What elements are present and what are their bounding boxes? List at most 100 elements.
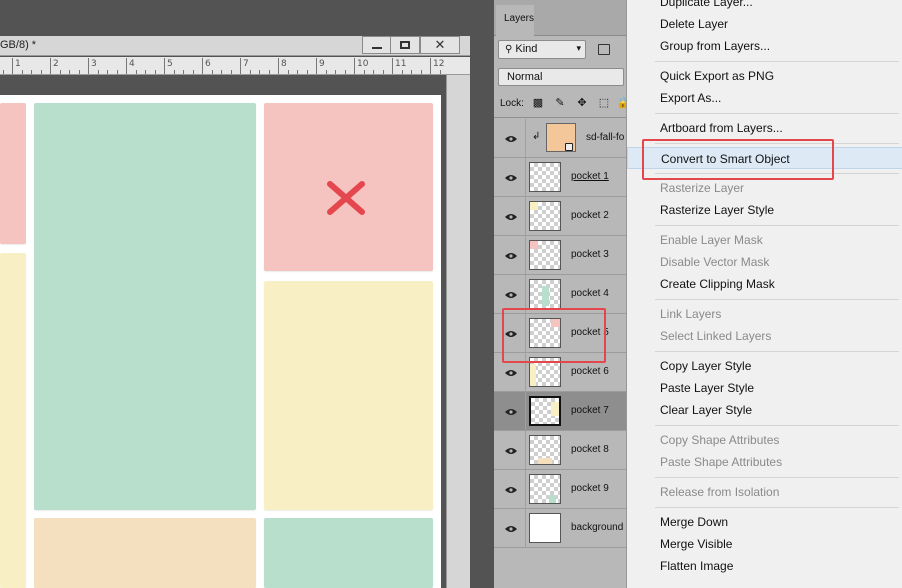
menu-item-artboard-from-layers[interactable]: Artboard from Layers... bbox=[627, 117, 902, 139]
lock-position-icon[interactable]: ✥ bbox=[576, 97, 588, 109]
visibility-divider bbox=[525, 509, 526, 547]
pocket-mint-large bbox=[34, 103, 256, 510]
horizontal-ruler[interactable]: 1 2 3 4 5 6 7 8 9 10 11 12 bbox=[0, 57, 470, 75]
menu-item-quick-export-as-png[interactable]: Quick Export as PNG bbox=[627, 65, 902, 87]
eye-icon[interactable] bbox=[505, 407, 517, 415]
highlight-pocket-5 bbox=[502, 308, 606, 363]
maximize-button[interactable] bbox=[390, 36, 420, 54]
layer-row[interactable]: pocket 2 bbox=[494, 197, 626, 236]
panel-tabbar: Layers bbox=[494, 0, 626, 36]
ruler-tick bbox=[164, 58, 165, 74]
eye-icon[interactable] bbox=[505, 173, 517, 181]
vertical-scrollbar[interactable] bbox=[446, 75, 470, 588]
kind-filter-select[interactable]: ⚲ Kind ▾ bbox=[498, 40, 586, 59]
ruler-subtick bbox=[268, 70, 270, 74]
layer-thumbnail bbox=[529, 474, 561, 504]
ruler-subtick bbox=[373, 70, 374, 74]
document-tab[interactable]: GB/8) * ✕ bbox=[0, 36, 470, 56]
ruler-subtick bbox=[287, 70, 289, 74]
menu-item-merge-visible[interactable]: Merge Visible bbox=[627, 533, 902, 555]
ruler-tick bbox=[392, 58, 393, 74]
menu-item-copy-shape-attributes: Copy Shape Attributes bbox=[660, 433, 780, 447]
maximize-icon bbox=[400, 41, 410, 49]
ruler-tick bbox=[240, 58, 241, 74]
clipping-arrow-icon: ↲ bbox=[532, 131, 541, 142]
image-filter-icon[interactable] bbox=[598, 44, 610, 55]
menu-item-rasterize-layer-style[interactable]: Rasterize Layer Style bbox=[627, 199, 902, 221]
ruler-tick bbox=[50, 58, 51, 74]
ruler-subtick bbox=[21, 70, 23, 74]
menu-separator bbox=[655, 425, 899, 426]
eye-icon[interactable] bbox=[505, 290, 517, 298]
thumbnail-swatch bbox=[530, 364, 536, 386]
ruler-subtick bbox=[306, 70, 308, 74]
menu-separator bbox=[655, 225, 899, 226]
layer-row[interactable]: pocket 9 bbox=[494, 470, 626, 509]
layers-panel: Layers ⚲ Kind ▾ Normal Lock: ▩ ✎ ✥ ⬚ 🔒 ↲… bbox=[494, 0, 630, 588]
thumbnail-swatch bbox=[530, 241, 538, 249]
lock-artboard-icon[interactable]: ⬚ bbox=[598, 97, 610, 109]
pocket-peach-bottom bbox=[34, 518, 256, 588]
ruler-tick bbox=[202, 58, 203, 74]
eye-icon[interactable] bbox=[505, 134, 517, 142]
visibility-divider bbox=[525, 197, 526, 235]
menu-item-create-clipping-mask[interactable]: Create Clipping Mask bbox=[627, 273, 902, 295]
menu-item-paste-layer-style[interactable]: Paste Layer Style bbox=[627, 377, 902, 399]
eye-icon[interactable] bbox=[505, 485, 517, 493]
thumbnail-swatch bbox=[549, 495, 556, 503]
menu-item-flatten-image[interactable]: Flatten Image bbox=[627, 555, 902, 577]
menu-item-export-as[interactable]: Export As... bbox=[627, 87, 902, 109]
thumbnail-swatch bbox=[530, 202, 538, 210]
lock-paint-icon[interactable]: ✎ bbox=[554, 97, 566, 109]
layer-row[interactable]: pocket 8 bbox=[494, 431, 626, 470]
layer-row[interactable]: ↲ sd-fall-fo bbox=[494, 119, 626, 158]
layer-thumbnail bbox=[529, 513, 561, 543]
menu-item-delete-layer[interactable]: Delete Layer bbox=[627, 13, 902, 35]
layer-row[interactable]: pocket 1 bbox=[494, 158, 626, 197]
menu-item-clear-layer-style[interactable]: Clear Layer Style bbox=[627, 399, 902, 421]
tab-layers[interactable]: Layers bbox=[496, 5, 534, 36]
document-canvas[interactable] bbox=[0, 95, 441, 588]
menu-separator bbox=[655, 113, 899, 114]
layer-row[interactable]: background bbox=[494, 509, 626, 548]
menu-item-copy-layer-style[interactable]: Copy Layer Style bbox=[627, 355, 902, 377]
layer-name: sd-fall-fo bbox=[586, 132, 625, 143]
pocket-pink-left bbox=[0, 103, 26, 244]
eye-icon[interactable] bbox=[505, 446, 517, 454]
ruler-subtick bbox=[297, 70, 298, 74]
ruler-tick bbox=[88, 58, 89, 74]
menu-separator bbox=[655, 507, 899, 508]
eye-icon[interactable] bbox=[505, 212, 517, 220]
blend-mode-select[interactable]: Normal bbox=[498, 68, 624, 86]
eye-icon[interactable] bbox=[505, 524, 517, 532]
ruler-subtick bbox=[401, 70, 403, 74]
menu-item-group-from-layers[interactable]: Group from Layers... bbox=[627, 35, 902, 57]
ruler-subtick bbox=[259, 70, 260, 74]
ruler-subtick bbox=[211, 70, 213, 74]
eye-icon[interactable] bbox=[505, 368, 517, 376]
ruler-label: 7 bbox=[243, 59, 249, 69]
menu-item-merge-down[interactable]: Merge Down bbox=[627, 511, 902, 533]
ruler-subtick bbox=[78, 70, 80, 74]
menu-item-duplicate-layer[interactable]: Duplicate Layer... bbox=[627, 0, 902, 13]
eye-icon[interactable] bbox=[505, 251, 517, 259]
layer-row[interactable]: pocket 7 bbox=[494, 392, 626, 431]
ruler-subtick bbox=[69, 70, 70, 74]
document-title: GB/8) * bbox=[0, 39, 37, 51]
ruler-subtick bbox=[107, 70, 108, 74]
visibility-divider bbox=[525, 158, 526, 196]
ruler-subtick bbox=[411, 70, 412, 74]
close-button[interactable]: ✕ bbox=[420, 36, 460, 54]
ruler-label: 9 bbox=[319, 59, 325, 69]
ruler-subtick bbox=[230, 70, 232, 74]
layer-thumbnail bbox=[529, 240, 561, 270]
layer-row[interactable]: pocket 3 bbox=[494, 236, 626, 275]
thumbnail-swatch bbox=[538, 458, 552, 464]
menu-item-release-from-isolation: Release from Isolation bbox=[660, 485, 780, 499]
minimize-button[interactable] bbox=[362, 36, 392, 54]
ruler-subtick bbox=[2, 70, 4, 74]
ruler-tick bbox=[278, 58, 279, 74]
ruler-subtick bbox=[420, 70, 422, 74]
visibility-divider bbox=[525, 119, 526, 157]
lock-transparency-icon[interactable]: ▩ bbox=[532, 97, 544, 109]
